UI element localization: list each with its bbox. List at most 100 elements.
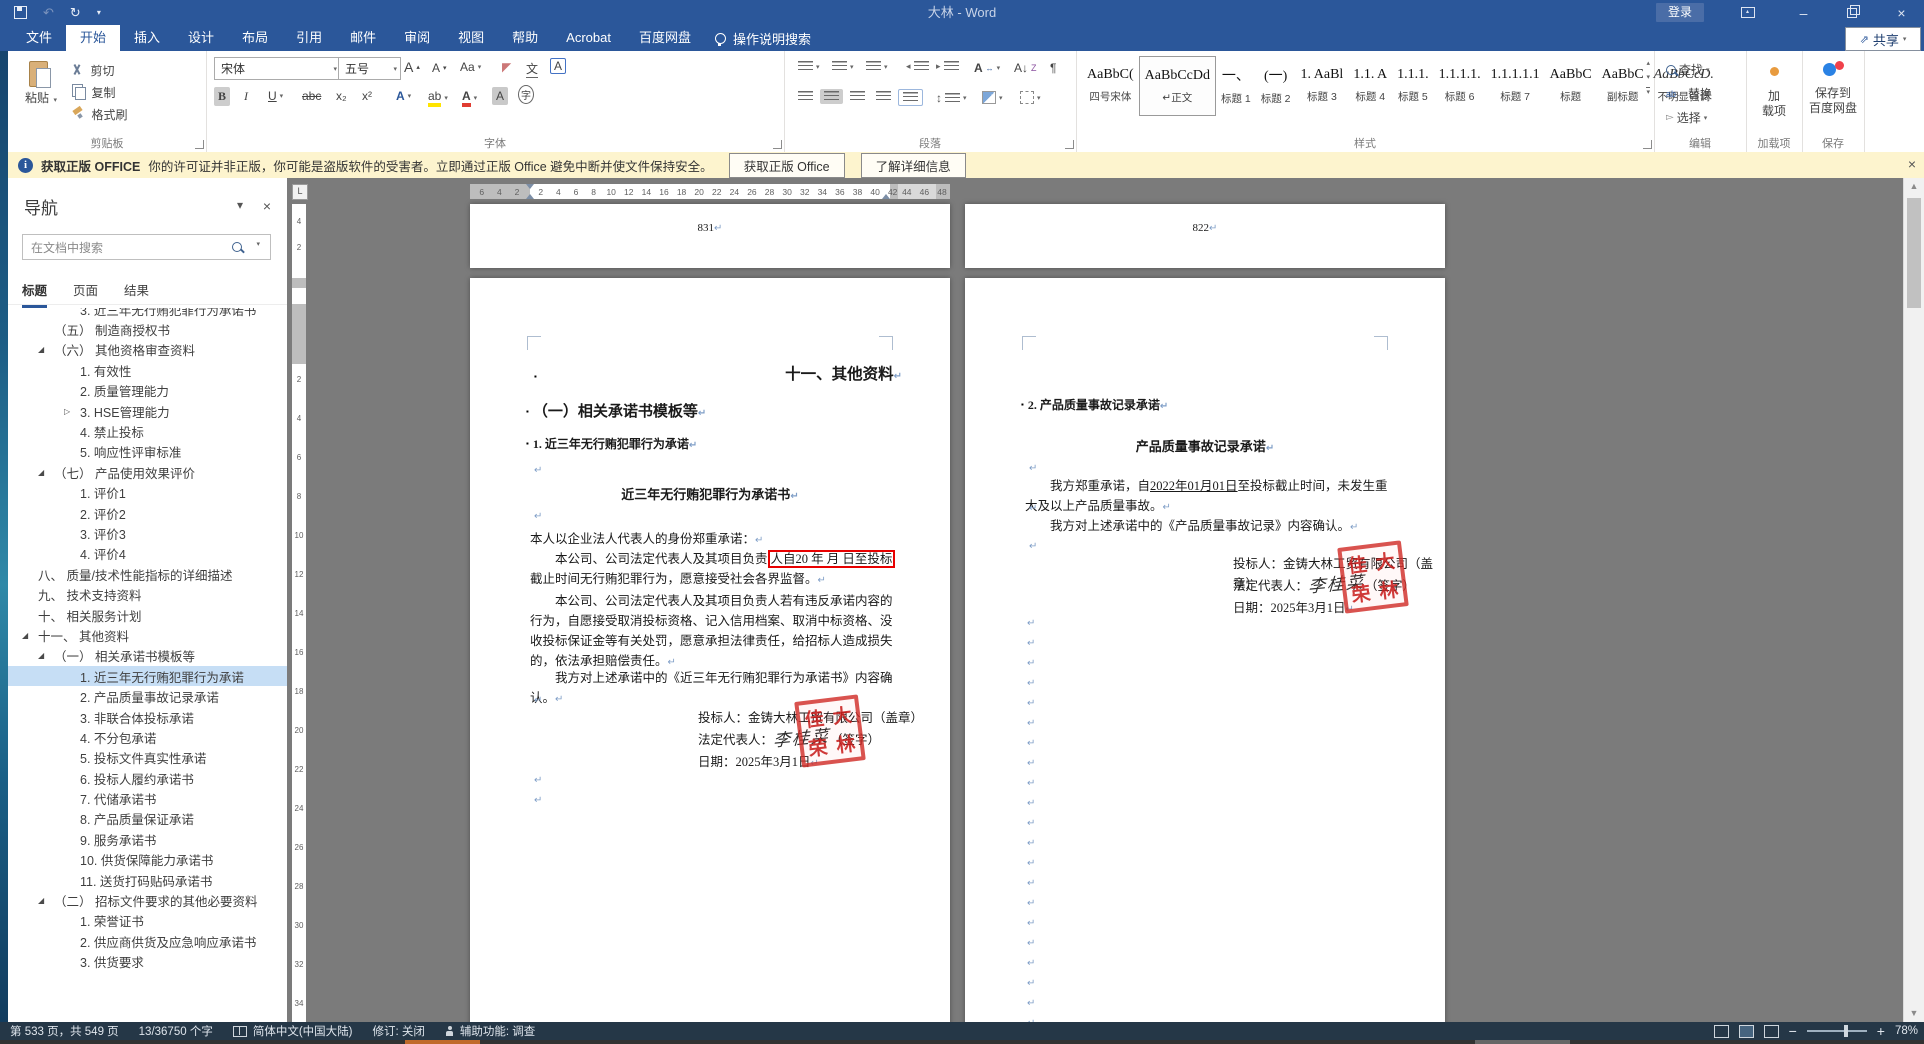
nav-heading-item[interactable]: 4. 评价4: [8, 544, 287, 564]
close-icon[interactable]: ×: [1879, 0, 1924, 25]
nav-heading-item[interactable]: （五） 制造商授权书: [8, 319, 287, 339]
nav-heading-item[interactable]: 1. 评价1: [8, 483, 287, 503]
ribbon-tab[interactable]: 开始: [66, 25, 121, 51]
nav-heading-item[interactable]: ◢ （一） 相关承诺书模板等: [8, 646, 287, 666]
superscript-button[interactable]: x²: [358, 87, 376, 105]
format-painter-button[interactable]: 格式刷: [72, 104, 131, 125]
scroll-down-icon[interactable]: ▼: [1904, 1005, 1924, 1022]
ribbon-tab[interactable]: Acrobat: [552, 25, 625, 51]
font-dialog-launcher[interactable]: [773, 140, 782, 149]
distribute-button[interactable]: [898, 89, 923, 106]
page-532-bottom[interactable]: 822↵: [965, 204, 1445, 268]
nav-heading-item[interactable]: 1. 荣誉证书: [8, 911, 287, 931]
nav-heading-item[interactable]: 八、 质量/技术性能指标的详细描述: [8, 564, 287, 584]
copy-button[interactable]: 复制: [72, 82, 119, 103]
sort-button[interactable]: A↓ Z: [1010, 59, 1041, 77]
style-item[interactable]: AaBbCcDd ↵正文: [1138, 56, 1216, 116]
tab-file[interactable]: 文件: [12, 25, 66, 51]
phonetic-guide-button[interactable]: 文: [522, 58, 542, 80]
page-531-bottom[interactable]: 831↵: [470, 204, 950, 268]
style-gallery-scroll[interactable]: ▴ ▾ ▾: [1646, 59, 1650, 96]
horizontal-ruler[interactable]: 642 2 4 6 8 10 12 14 16 18 20 22 24 26 28 30 32 34 36 38 40…: [470, 184, 950, 199]
nav-heading-item[interactable]: ◢ （二） 招标文件要求的其他必要资料: [8, 890, 287, 910]
character-border-button[interactable]: A: [550, 58, 567, 74]
style-item[interactable]: AaBbC( 四号宋体: [1082, 56, 1139, 114]
tab-stop-selector[interactable]: L: [292, 184, 308, 200]
nav-search-icon[interactable]: [232, 242, 242, 252]
save-to-baidu-button[interactable]: 保存到 百度网盘: [1802, 61, 1864, 116]
nav-heading-item[interactable]: 2. 质量管理能力: [8, 381, 287, 401]
vertical-ruler[interactable]: 42 2 4 6 8 10 12 14 16 18 20 22 24 26 28 30 32 34: [292, 204, 306, 1022]
nav-heading-item[interactable]: 十、 相关服务计划: [8, 605, 287, 625]
nav-heading-item[interactable]: 9. 服务承诺书: [8, 829, 287, 849]
expand-collapse-icon[interactable]: ◢: [38, 896, 50, 905]
nav-heading-item[interactable]: 2. 供应商供货及应急响应承诺书: [8, 931, 287, 951]
expand-collapse-icon[interactable]: ◢: [38, 651, 50, 660]
nav-heading-item[interactable]: 5. 投标文件真实性承诺: [8, 748, 287, 768]
nav-heading-item[interactable]: 1. 近三年无行贿犯罪行为承诺: [8, 666, 287, 687]
nav-heading-item[interactable]: ▷ 3. HSE管理能力: [8, 401, 287, 421]
word-count[interactable]: 13/36750 个字: [139, 1023, 213, 1039]
expand-collapse-icon[interactable]: ◢: [22, 631, 34, 640]
zoom-level[interactable]: 78%: [1895, 1025, 1918, 1037]
style-item[interactable]: 1.1.1.1.1 标题 7: [1486, 56, 1545, 114]
document-canvas[interactable]: L 642 2 4 6 8 10 12 14 16 18 20 22 24 26 28 30 32 34 36 38…: [287, 178, 1904, 1022]
ribbon-tab[interactable]: 设计: [174, 25, 228, 51]
decrease-indent-button[interactable]: ◂: [902, 59, 933, 74]
expand-collapse-icon[interactable]: ◢: [38, 345, 50, 354]
clear-formatting-icon[interactable]: ◤: [498, 58, 515, 76]
change-case-button[interactable]: Aa ▾: [456, 58, 485, 76]
nav-search-dropdown-icon[interactable]: ▾: [256, 240, 260, 248]
style-item[interactable]: 1.1.1. 标题 5: [1392, 56, 1434, 114]
text-effects-button[interactable]: A ▾: [392, 87, 415, 105]
addins-button[interactable]: 加载项: [1746, 63, 1802, 119]
ribbon-tab[interactable]: 引用: [282, 25, 336, 51]
nav-close-icon[interactable]: ×: [263, 198, 271, 214]
nav-search-input[interactable]: 在文档中搜索 ▾: [22, 234, 271, 260]
style-item[interactable]: AaBbC 标题: [1545, 56, 1597, 114]
hanging-indent-marker[interactable]: [526, 194, 534, 199]
ribbon-tab[interactable]: 帮助: [498, 25, 552, 51]
nav-heading-item[interactable]: ◢ （七） 产品使用效果评价: [8, 462, 287, 482]
nav-heading-item[interactable]: 11. 送货打码贴码承诺书: [8, 870, 287, 890]
align-right-button[interactable]: [846, 89, 869, 104]
ribbon-tab[interactable]: 审阅: [390, 25, 444, 51]
nav-heading-item[interactable]: 3. 非联合体投标承诺: [8, 707, 287, 727]
nav-heading-item[interactable]: 3. 近三年无行贿犯罪行为承诺书: [8, 308, 287, 319]
style-item[interactable]: 1.1. A 标题 4: [1348, 56, 1392, 114]
zoom-slider[interactable]: [1806, 1025, 1867, 1037]
expand-collapse-icon[interactable]: ◢: [38, 468, 50, 477]
track-changes-indicator[interactable]: 修订: 关闭: [373, 1023, 425, 1039]
font-family-combo[interactable]: 宋体 ▾: [214, 57, 341, 80]
style-item[interactable]: 一、 标题 1: [1216, 56, 1256, 114]
get-genuine-office-button[interactable]: 获取正版 Office: [728, 152, 845, 178]
character-shading-button[interactable]: A: [492, 87, 509, 105]
scrollbar-thumb[interactable]: [1907, 198, 1921, 308]
ribbon-tab[interactable]: 视图: [444, 25, 498, 51]
ribbon-tab[interactable]: 插入: [120, 25, 174, 51]
increase-indent-button[interactable]: ▸: [932, 59, 963, 74]
bullets-button[interactable]: ▾: [794, 59, 824, 74]
styles-dialog-launcher[interactable]: [1643, 140, 1652, 149]
nav-heading-item[interactable]: 3. 评价3: [8, 523, 287, 543]
strikethrough-button[interactable]: abc: [298, 87, 325, 105]
nav-heading-item[interactable]: 4. 禁止投标: [8, 421, 287, 441]
italic-button[interactable]: I: [240, 87, 252, 106]
ribbon-tab[interactable]: 百度网盘: [625, 25, 705, 51]
nav-heading-item[interactable]: 4. 不分包承诺: [8, 727, 287, 747]
nav-collapse-icon[interactable]: ▾: [237, 198, 243, 212]
tell-me-search[interactable]: 操作说明搜索: [705, 25, 821, 51]
style-item[interactable]: (一) 标题 2: [1256, 56, 1296, 114]
font-size-combo[interactable]: 五号 ▾: [338, 57, 401, 80]
justify-button[interactable]: [872, 89, 895, 104]
language-indicator[interactable]: 简体中文(中国大陆): [232, 1023, 353, 1039]
restore-icon[interactable]: [1829, 0, 1874, 25]
page-indicator[interactable]: 第 533 页，共 549 页: [10, 1023, 119, 1039]
shrink-font-button[interactable]: A ▾: [428, 59, 451, 77]
shading-button[interactable]: ▾: [978, 89, 1007, 106]
enclose-characters-button[interactable]: 字: [518, 85, 534, 104]
line-spacing-button[interactable]: ↕ ▾: [932, 89, 971, 107]
zoom-out-icon[interactable]: −: [1789, 1023, 1797, 1039]
vertical-scrollbar[interactable]: ▲ ▼: [1903, 178, 1924, 1022]
numbering-button[interactable]: ▾: [828, 59, 858, 74]
